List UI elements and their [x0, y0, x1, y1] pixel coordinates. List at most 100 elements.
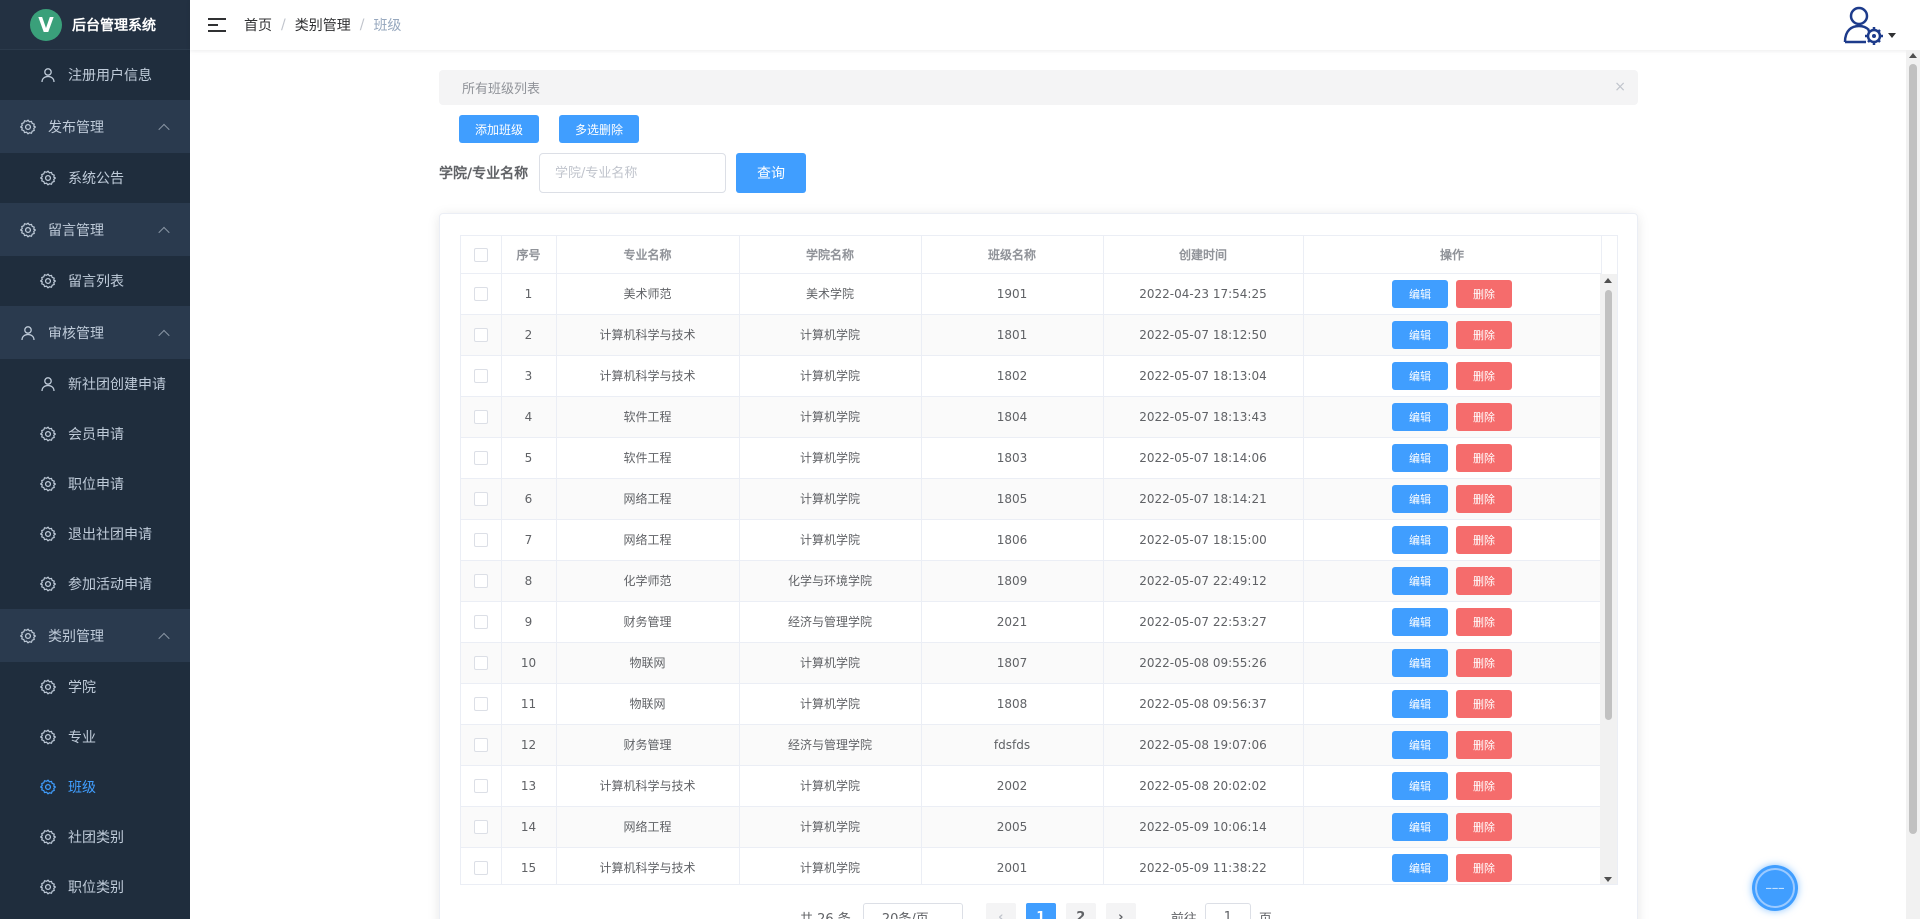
edit-button[interactable]: 编辑 [1392, 566, 1448, 595]
row-select-cell[interactable] [461, 765, 502, 807]
edit-button[interactable]: 编辑 [1392, 853, 1448, 882]
delete-button[interactable]: 删除 [1456, 689, 1512, 718]
edit-button[interactable]: 编辑 [1392, 402, 1448, 431]
edit-button[interactable]: 编辑 [1392, 525, 1448, 554]
page-button-1[interactable]: 1 [1025, 903, 1056, 919]
row-checkbox[interactable] [473, 409, 488, 424]
sidebar-item-8[interactable]: 职位申请 [0, 459, 190, 509]
scroll-thumb[interactable] [1605, 290, 1612, 720]
search-button[interactable]: 查询 [736, 153, 806, 193]
sidebar-item-16[interactable]: 职位类别 [0, 862, 190, 912]
row-checkbox[interactable] [473, 737, 488, 752]
row-checkbox[interactable] [473, 327, 488, 342]
delete-button[interactable]: 删除 [1456, 771, 1512, 800]
caret-down-icon[interactable] [1888, 33, 1896, 38]
edit-button[interactable]: 编辑 [1392, 607, 1448, 636]
next-page-button[interactable]: › [1105, 903, 1136, 919]
sidebar-item-15[interactable]: 社团类别 [0, 812, 190, 862]
multi-delete-button[interactable]: 多选删除 [559, 115, 639, 143]
sidebar-item-13[interactable]: 专业 [0, 712, 190, 762]
row-select-cell[interactable] [461, 273, 502, 315]
delete-button[interactable]: 删除 [1456, 730, 1512, 759]
sidebar-item-6[interactable]: 新社团创建申请 [0, 359, 190, 409]
row-select-cell[interactable] [461, 396, 502, 438]
sidebar-item-7[interactable]: 会员申请 [0, 409, 190, 459]
edit-button[interactable]: 编辑 [1392, 320, 1448, 349]
row-select-cell[interactable] [461, 560, 502, 602]
delete-button[interactable]: 删除 [1456, 484, 1512, 513]
edit-button[interactable]: 编辑 [1392, 771, 1448, 800]
row-checkbox[interactable] [473, 532, 488, 547]
row-checkbox[interactable] [473, 450, 488, 465]
delete-button[interactable]: 删除 [1456, 853, 1512, 882]
sidebar-item-14[interactable]: 班级 [0, 762, 190, 812]
row-checkbox[interactable] [473, 491, 488, 506]
page-scrollbar[interactable] [1906, 50, 1920, 919]
user-settings-avatar-icon[interactable] [1842, 4, 1886, 46]
select-all-checkbox[interactable] [473, 247, 488, 262]
sidebar-item-10[interactable]: 参加活动申请 [0, 559, 190, 609]
delete-button[interactable]: 删除 [1456, 607, 1512, 636]
delete-button[interactable]: 删除 [1456, 279, 1512, 308]
delete-button[interactable]: 删除 [1456, 443, 1512, 472]
table-scrollbar[interactable] [1600, 274, 1617, 884]
select-all-header[interactable] [461, 236, 502, 274]
page-scroll-thumb[interactable] [1909, 64, 1917, 834]
row-select-cell[interactable] [461, 437, 502, 479]
delete-button[interactable]: 删除 [1456, 320, 1512, 349]
sidebar-group-1[interactable]: 发布管理 [0, 100, 190, 153]
edit-button[interactable]: 编辑 [1392, 689, 1448, 718]
floating-assistant-button[interactable]: ‒‒‒ [1752, 865, 1798, 911]
scroll-up-icon[interactable] [1604, 278, 1612, 283]
delete-button[interactable]: 删除 [1456, 361, 1512, 390]
row-select-cell[interactable] [461, 519, 502, 561]
scroll-down-icon[interactable] [1604, 877, 1612, 882]
scroll-up-icon[interactable] [1909, 53, 1917, 58]
row-checkbox[interactable] [473, 778, 488, 793]
sidebar-item-12[interactable]: 学院 [0, 662, 190, 712]
delete-button[interactable]: 删除 [1456, 648, 1512, 677]
row-select-cell[interactable] [461, 806, 502, 848]
row-select-cell[interactable] [461, 601, 502, 643]
sidebar-group-5[interactable]: 审核管理 [0, 306, 190, 359]
edit-button[interactable]: 编辑 [1392, 812, 1448, 841]
row-select-cell[interactable] [461, 847, 502, 884]
row-checkbox[interactable] [473, 573, 488, 588]
edit-button[interactable]: 编辑 [1392, 361, 1448, 390]
sidebar-group-11[interactable]: 类别管理 [0, 609, 190, 662]
row-checkbox[interactable] [473, 655, 488, 670]
delete-button[interactable]: 删除 [1456, 525, 1512, 554]
row-checkbox[interactable] [473, 819, 488, 834]
row-select-cell[interactable] [461, 642, 502, 684]
edit-button[interactable]: 编辑 [1392, 443, 1448, 472]
delete-button[interactable]: 删除 [1456, 402, 1512, 431]
sidebar-item-0[interactable]: 注册用户信息 [0, 50, 190, 100]
row-select-cell[interactable] [461, 478, 502, 520]
edit-button[interactable]: 编辑 [1392, 279, 1448, 308]
page-button-2[interactable]: 2 [1065, 903, 1096, 919]
prev-page-button[interactable]: ‹ [985, 903, 1016, 919]
hamburger-icon[interactable] [208, 18, 226, 32]
edit-button[interactable]: 编辑 [1392, 484, 1448, 513]
row-checkbox[interactable] [473, 696, 488, 711]
add-class-button[interactable]: 添加班级 [459, 115, 539, 143]
page-size-select[interactable]: 20条/页 [862, 903, 963, 919]
search-input[interactable] [539, 153, 726, 193]
breadcrumb-home[interactable]: 首页 [244, 15, 272, 35]
edit-button[interactable]: 编辑 [1392, 730, 1448, 759]
sidebar-group-3[interactable]: 留言管理 [0, 203, 190, 256]
row-checkbox[interactable] [473, 286, 488, 301]
row-checkbox[interactable] [473, 860, 488, 875]
delete-button[interactable]: 删除 [1456, 812, 1512, 841]
delete-button[interactable]: 删除 [1456, 566, 1512, 595]
sidebar-item-2[interactable]: 系统公告 [0, 153, 190, 203]
close-icon[interactable]: × [1614, 79, 1626, 95]
row-select-cell[interactable] [461, 683, 502, 725]
edit-button[interactable]: 编辑 [1392, 648, 1448, 677]
row-checkbox[interactable] [473, 614, 488, 629]
row-select-cell[interactable] [461, 355, 502, 397]
goto-page-input[interactable]: 1 [1204, 903, 1251, 919]
row-select-cell[interactable] [461, 314, 502, 356]
row-checkbox[interactable] [473, 368, 488, 383]
row-select-cell[interactable] [461, 724, 502, 766]
